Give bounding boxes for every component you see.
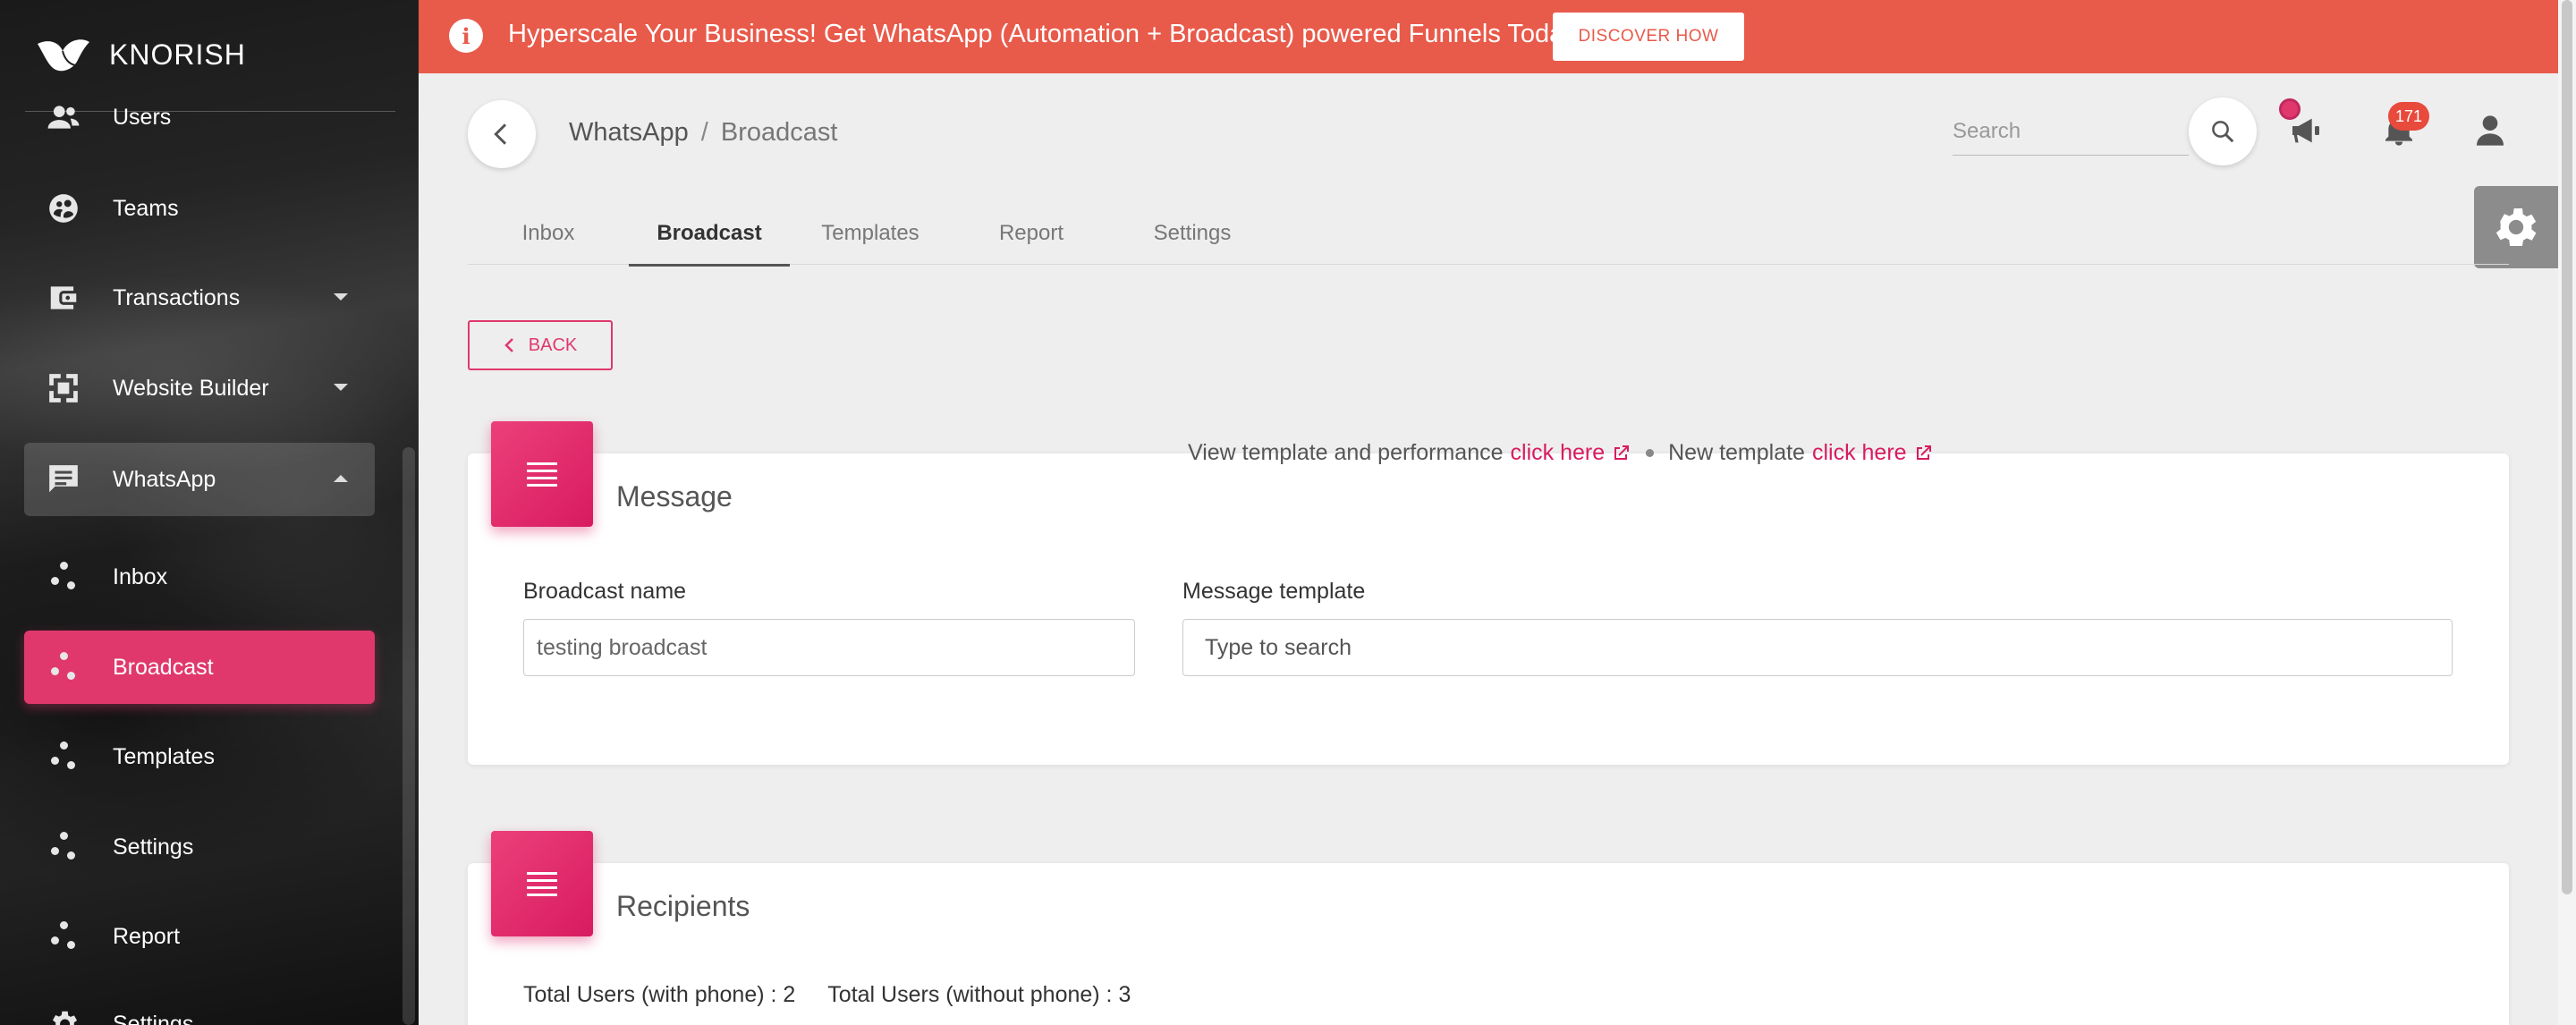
sidebar-item-label: Teams (113, 195, 179, 221)
message-card: Message Broadcast name Message template (468, 421, 2509, 765)
chevron-left-icon (504, 338, 513, 352)
page-scrollbar-thumb[interactable] (2562, 0, 2572, 894)
sidebar-item-broadcast[interactable]: Broadcast (24, 631, 375, 704)
search-input[interactable] (1953, 107, 2189, 156)
back-button-label: BACK (528, 335, 578, 355)
chevron-left-icon (494, 123, 507, 145)
template-helper-text: View template and performance click here… (1188, 440, 1934, 466)
banner-text: Hyperscale Your Business! Get WhatsApp (… (508, 20, 1577, 48)
sidebar-item-users[interactable]: Users (24, 80, 375, 154)
users-without-phone-count: Total Users (without phone) : 3 (827, 982, 1131, 1007)
message-template-label: Message template (1182, 579, 1366, 604)
sidebar-item-label: Settings (113, 834, 194, 860)
sidebar-item-templates[interactable]: Templates (24, 720, 375, 793)
message-card-title: Message (616, 480, 733, 512)
search-icon (2212, 121, 2234, 143)
tab-report[interactable]: Report (951, 202, 1112, 265)
external-link-icon (1916, 445, 1931, 460)
brand-logo[interactable]: KNORISH (36, 32, 246, 77)
breadcrumb-separator: / (700, 118, 708, 147)
sidebar-item-website-builder[interactable]: Website Builder (24, 352, 375, 425)
search-button[interactable] (2189, 97, 2257, 165)
external-link-icon (1614, 445, 1630, 460)
announcement-dot (2279, 98, 2301, 120)
view-template-link[interactable]: click here (1511, 440, 1632, 466)
sidebar-item-transactions[interactable]: Transactions (24, 261, 375, 335)
brand-name: KNORISH (109, 38, 246, 71)
gear-icon (46, 1006, 81, 1025)
sidebar-scrollbar[interactable] (402, 447, 415, 1025)
sidebar-item-global-settings[interactable]: Settings (24, 987, 375, 1025)
promo-banner: i Hyperscale Your Business! Get WhatsApp… (419, 0, 2558, 73)
sidebar-item-inbox[interactable]: Inbox (24, 540, 375, 614)
sidebar-item-label: Website Builder (113, 375, 269, 401)
sidebar-item-label: Users (113, 104, 172, 130)
sidebar-item-teams[interactable]: Teams (24, 172, 375, 245)
message-template-search-input[interactable] (1182, 619, 2453, 676)
back-button[interactable]: BACK (468, 320, 613, 370)
chat-icon (46, 462, 81, 497)
profile-button[interactable] (2469, 109, 2512, 152)
wallet-icon (46, 280, 81, 316)
breadcrumb-item-whatsapp[interactable]: WhatsApp (569, 118, 689, 147)
separator-dot (1646, 449, 1655, 457)
list-icon (491, 831, 593, 936)
chevron-up-icon (334, 475, 348, 482)
sidebar-item-whatsapp[interactable]: WhatsApp (24, 443, 375, 516)
dots-icon (51, 562, 78, 592)
dots-icon (51, 652, 78, 682)
recipients-card-title: Recipients (616, 890, 750, 922)
sidebar-item-label: Transactions (113, 284, 241, 310)
website-builder-icon (46, 370, 81, 406)
knorish-logo-icon (38, 39, 89, 72)
tab-bar: Inbox Broadcast Templates Report Setting… (468, 202, 2509, 267)
new-template-text: New template (1668, 440, 1805, 465)
notification-badge: 171 (2388, 102, 2429, 131)
sidebar: KNORISH Users Teams Transactions Website… (0, 0, 419, 1025)
tab-settings[interactable]: Settings (1112, 202, 1273, 265)
sidebar-item-label: Inbox (113, 563, 168, 589)
sidebar-item-report[interactable]: Report (24, 900, 375, 973)
nav-back-button[interactable] (468, 100, 536, 168)
view-template-link-label: click here (1510, 440, 1606, 465)
info-icon: i (449, 19, 483, 53)
broadcast-name-input[interactable] (523, 619, 1135, 676)
broadcast-name-label: Broadcast name (523, 579, 687, 604)
list-icon (491, 421, 593, 527)
user-icon (2477, 115, 2504, 146)
sidebar-item-label: Templates (113, 743, 215, 769)
users-icon (46, 99, 81, 135)
view-template-text: View template and performance (1188, 440, 1504, 465)
chevron-down-icon (334, 384, 348, 391)
sidebar-item-label: WhatsApp (113, 466, 216, 492)
recipient-stats: Total Users (with phone) : 2 Total Users … (523, 982, 1131, 1008)
chevron-down-icon (334, 293, 348, 301)
tab-inbox[interactable]: Inbox (468, 202, 629, 265)
new-template-link-label: click here (1811, 440, 1907, 465)
sidebar-item-label: Report (113, 923, 181, 949)
users-with-phone-count: Total Users (with phone) : 2 (523, 982, 796, 1007)
tab-templates[interactable]: Templates (790, 202, 951, 265)
breadcrumb-item-broadcast: Broadcast (720, 118, 838, 147)
dots-icon (51, 832, 78, 862)
dots-icon (51, 921, 78, 952)
tab-broadcast[interactable]: Broadcast (629, 202, 790, 267)
new-template-link[interactable]: click here (1812, 440, 1934, 466)
sidebar-item-label: Settings (113, 1011, 194, 1025)
dots-icon (51, 741, 78, 772)
teams-icon (46, 191, 81, 226)
discover-how-button[interactable]: DISCOVER HOW (1553, 13, 1744, 61)
sidebar-item-label: Broadcast (113, 654, 214, 680)
page-scrollbar[interactable] (2558, 0, 2576, 1025)
breadcrumb: WhatsApp / Broadcast (569, 118, 837, 148)
sidebar-item-settings[interactable]: Settings (24, 810, 375, 884)
